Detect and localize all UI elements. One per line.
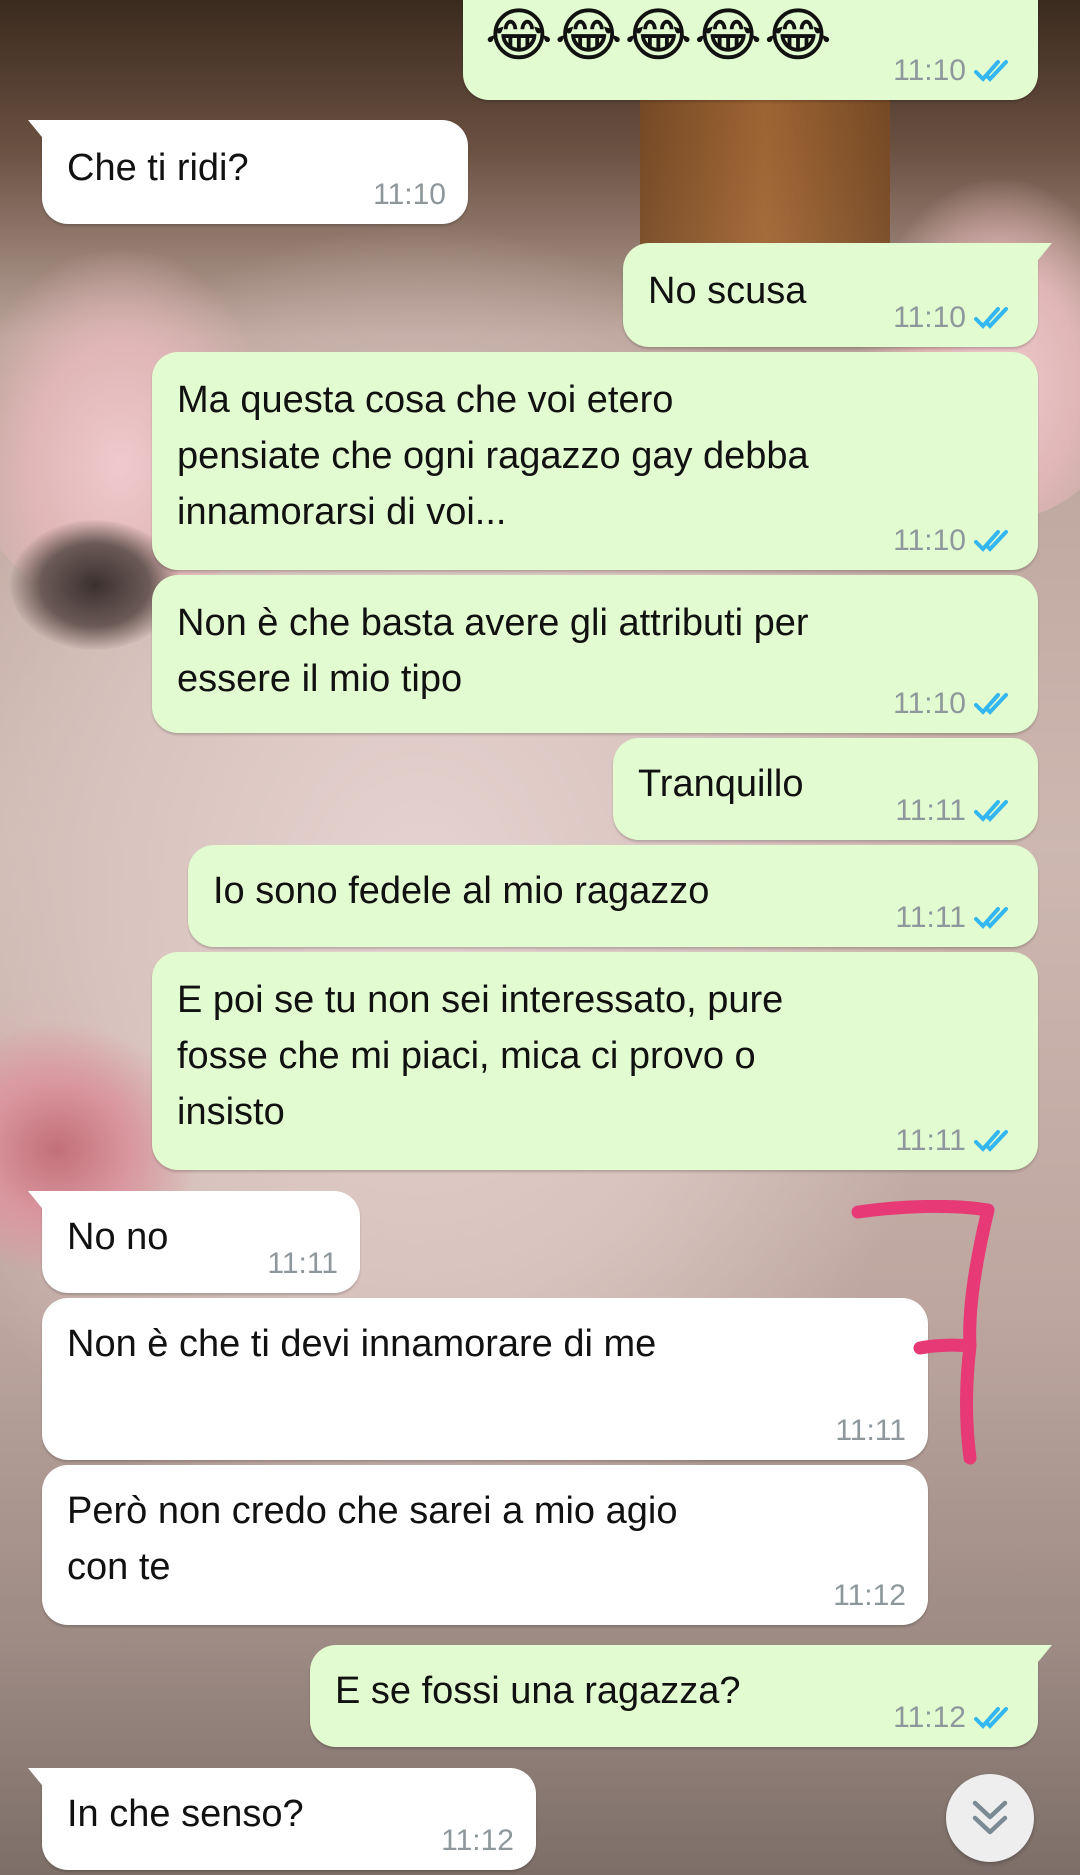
message-meta: 11:12 — [833, 1579, 906, 1613]
message-meta: 11:10 — [893, 524, 1016, 558]
message-bubble-incoming[interactable]: In che senso? 11:12 — [28, 1768, 536, 1870]
double-chevron-down-icon — [972, 1800, 1008, 1835]
message-meta: 11:11 — [895, 1124, 1016, 1158]
bubble-tail — [28, 120, 46, 142]
message-text: Non è che basta avere gli attributi per … — [177, 602, 809, 700]
message-bubble-incoming[interactable]: Però non credo che sarei a mio agio con … — [42, 1465, 928, 1625]
scroll-to-bottom-button[interactable] — [946, 1774, 1034, 1862]
double-check-read-icon — [974, 1130, 1008, 1152]
message-time: 11:10 — [893, 524, 966, 557]
bubble-tail — [28, 1768, 46, 1790]
message-text: No no — [67, 1216, 169, 1258]
message-text: In che senso? — [67, 1793, 304, 1835]
message-text: Che ti ridi? — [67, 147, 249, 189]
message-bubble-outgoing[interactable]: E se fossi una ragazza? 11:12 — [310, 1645, 1052, 1747]
message-meta: 11:12 — [441, 1824, 514, 1858]
bubble-tail — [1034, 243, 1052, 265]
message-bubble-incoming[interactable]: Non è che ti devi innamorare di me 11:11 — [42, 1298, 928, 1460]
message-bubble-outgoing[interactable]: No scusa 11:10 — [623, 243, 1052, 347]
message-bubble-outgoing[interactable]: Ma questa cosa che voi etero pensiate ch… — [152, 352, 1038, 570]
message-meta: 11:12 — [893, 1701, 1016, 1735]
message-meta: 11:10 — [893, 301, 1016, 335]
message-bubble-outgoing[interactable]: Non è che basta avere gli attributi per … — [152, 575, 1038, 733]
message-bubble-outgoing[interactable]: E poi se tu non sei interessato, pure fo… — [152, 952, 1038, 1170]
double-check-read-icon — [974, 530, 1008, 552]
double-check-read-icon — [974, 307, 1008, 329]
message-bubble-incoming[interactable]: No no 11:11 — [28, 1191, 360, 1293]
message-time: 11:12 — [833, 1579, 906, 1612]
message-time: 11:11 — [895, 794, 966, 827]
message-text: Però non credo che sarei a mio agio con … — [67, 1490, 678, 1588]
laughing-emoji: 😂😂😂😂😂 — [485, 3, 834, 68]
message-text: E se fossi una ragazza? — [335, 1670, 741, 1712]
message-text: E poi se tu non sei interessato, pure fo… — [177, 979, 784, 1133]
message-text: Tranquillo — [638, 763, 804, 805]
message-meta: 11:11 — [895, 901, 1016, 935]
bubble-tail — [1034, 1645, 1052, 1667]
message-time: 11:10 — [893, 301, 966, 334]
message-time: 11:12 — [893, 1701, 966, 1734]
double-check-read-icon — [974, 60, 1008, 82]
message-meta: 11:11 — [267, 1247, 338, 1281]
message-time: 11:11 — [895, 1124, 966, 1157]
message-time: 11:10 — [893, 687, 966, 720]
bubble-tail — [28, 1191, 46, 1213]
message-meta: 11:10 — [893, 687, 1016, 721]
message-bubble-outgoing[interactable]: Tranquillo 11:11 — [613, 738, 1038, 840]
message-text: No scusa — [648, 270, 807, 312]
message-text: Ma questa cosa che voi etero pensiate ch… — [177, 379, 809, 533]
message-bubble-outgoing[interactable]: Io sono fedele al mio ragazzo 11:11 — [188, 845, 1038, 947]
message-meta: 11:10 — [893, 54, 1016, 88]
message-text: Non è che ti devi innamorare di me — [67, 1323, 657, 1365]
message-time: 11:11 — [895, 901, 966, 934]
message-text: Io sono fedele al mio ragazzo — [213, 870, 710, 912]
message-time: 11:10 — [893, 54, 966, 87]
double-check-read-icon — [974, 800, 1008, 822]
message-time: 11:12 — [441, 1824, 514, 1857]
double-check-read-icon — [974, 693, 1008, 715]
message-time: 11:11 — [267, 1247, 338, 1280]
handwritten-seven-annotation — [851, 1200, 995, 1465]
double-check-read-icon — [974, 1707, 1008, 1729]
message-bubble-outgoing[interactable]: 😂😂😂😂😂 11:10 — [463, 0, 1038, 100]
message-time: 11:10 — [373, 178, 446, 211]
message-meta: 11:11 — [895, 794, 1016, 828]
double-check-read-icon — [974, 907, 1008, 929]
message-bubble-incoming[interactable]: Che ti ridi? 11:10 — [28, 120, 468, 224]
message-meta: 11:10 — [373, 178, 446, 212]
